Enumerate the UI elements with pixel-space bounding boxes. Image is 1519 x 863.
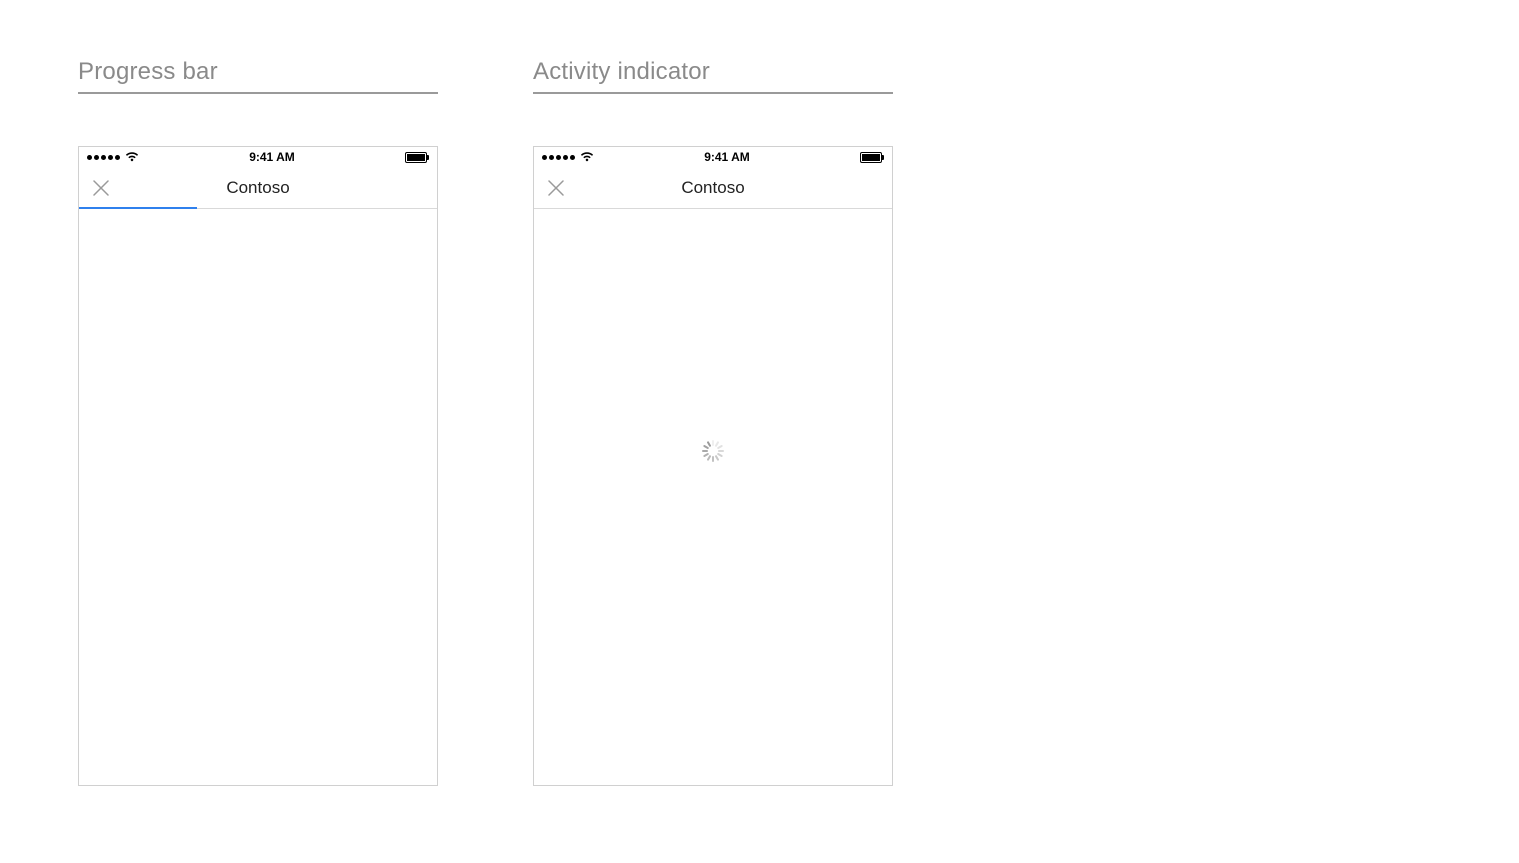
status-time: 9:41 AM [704,150,750,164]
section-activity-indicator: Activity indicator 9:41 AM [533,58,893,786]
phone-frame-progress: 9:41 AM Contoso [78,146,438,786]
close-icon [548,180,564,196]
battery-icon [860,152,884,163]
phone-content-loading [534,209,892,785]
section-heading-progress: Progress bar [78,58,438,94]
close-button[interactable] [544,176,568,200]
close-button[interactable] [89,176,113,200]
section-heading-activity: Activity indicator [533,58,893,94]
status-left [542,152,594,162]
signal-strength-icon [542,155,575,160]
close-icon [93,180,109,196]
signal-strength-icon [87,155,120,160]
nav-title: Contoso [226,178,289,198]
status-bar: 9:41 AM [534,147,892,167]
section-progress-bar: Progress bar 9:41 AM [78,58,438,786]
status-time: 9:41 AM [249,150,295,164]
battery-icon [405,152,429,163]
wifi-icon [125,152,139,162]
nav-bar: Contoso [534,167,892,209]
nav-bar: Contoso [79,167,437,209]
activity-indicator-icon [702,440,724,462]
status-left [87,152,139,162]
wifi-icon [580,152,594,162]
status-bar: 9:41 AM [79,147,437,167]
nav-title: Contoso [681,178,744,198]
phone-content-empty [79,209,437,785]
phone-frame-activity: 9:41 AM Contoso [533,146,893,786]
